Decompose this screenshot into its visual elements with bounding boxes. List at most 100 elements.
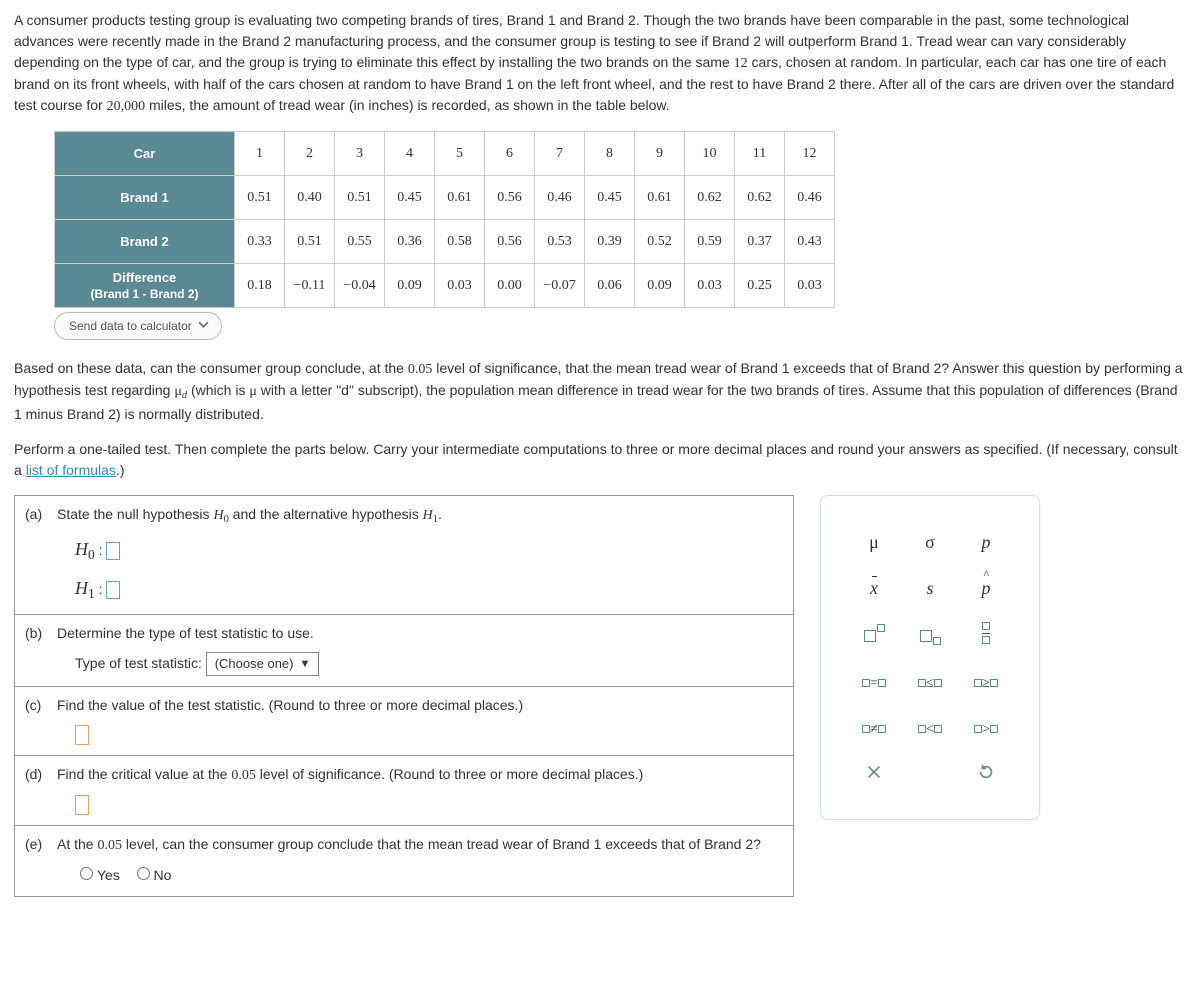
q-text: State the null hypothesis H0 and the alt… [57, 504, 442, 528]
diff-head-line2: (Brand 1 - Brand 2) [90, 287, 198, 301]
alpha-value: 0.05 [408, 362, 433, 377]
q-text: Find the value of the test statistic. (R… [57, 695, 523, 716]
cell: 0.61 [435, 176, 485, 220]
question-a: (a) State the null hypothesis H0 and the… [15, 496, 793, 614]
cell: 0.46 [785, 176, 835, 220]
data-table: Car 1 2 3 4 5 6 7 8 9 10 11 12 Brand 1 0… [54, 131, 835, 308]
col-head: 8 [585, 132, 635, 176]
table-row: Difference (Brand 1 - Brand 2) 0.18−0.11… [55, 264, 835, 308]
intro-text-3: miles, the amount of tread wear (in inch… [145, 97, 670, 113]
cell: −0.04 [335, 264, 385, 308]
undo-icon [977, 763, 995, 781]
question-e: (e) At the 0.05 level, can the consumer … [15, 825, 793, 896]
chevron-down-icon [198, 317, 209, 335]
cell: 0.45 [385, 176, 435, 220]
symbol-neq[interactable]: ≠ [853, 715, 895, 745]
radio-yes[interactable]: Yes [75, 867, 120, 883]
row-header-diff: Difference (Brand 1 - Brand 2) [55, 264, 235, 308]
cell: 0.36 [385, 220, 435, 264]
type-label: Type of test statistic: [75, 655, 202, 671]
q-letter: (b) [25, 623, 49, 644]
cell: 0.61 [635, 176, 685, 220]
table-row: Brand 2 0.330.510.550.360.580.560.530.39… [55, 220, 835, 264]
cell: 0.55 [335, 220, 385, 264]
reset-button[interactable] [965, 761, 1007, 791]
mid-text: (which is [187, 382, 249, 398]
cell: 0.53 [535, 220, 585, 264]
h1-input[interactable] [106, 581, 120, 599]
symbol-xbar[interactable]: x [853, 574, 895, 604]
table-row: Car 1 2 3 4 5 6 7 8 9 10 11 12 [55, 132, 835, 176]
radio-no[interactable]: No [132, 867, 172, 883]
radio-no-input[interactable] [137, 867, 150, 880]
symbol-lt[interactable]: < [909, 715, 951, 745]
symbol-subscript[interactable] [909, 620, 951, 653]
symbol-s[interactable]: s [909, 574, 951, 604]
select-placeholder: (Choose one) [215, 654, 294, 674]
symbol-palette: μ σ p x s p = ≤ ≥ ≠ < > [820, 495, 1040, 820]
cell: 0.62 [735, 176, 785, 220]
col-head: 1 [235, 132, 285, 176]
cell: 0.25 [735, 264, 785, 308]
symbol-gt[interactable]: > [965, 715, 1007, 745]
q-letter: (c) [25, 695, 49, 716]
formulas-link[interactable]: list of formulas [26, 462, 116, 478]
cell: 0.56 [485, 220, 535, 264]
radio-yes-input[interactable] [80, 867, 93, 880]
cell: 0.40 [285, 176, 335, 220]
q-text: At the 0.05 level, can the consumer grou… [57, 834, 761, 856]
mid-text: Perform a one-tailed test. Then complete… [14, 441, 1178, 478]
symbol-geq[interactable]: ≥ [965, 669, 1007, 699]
col-head: 7 [535, 132, 585, 176]
cell: 0.46 [535, 176, 585, 220]
cell: 0.45 [585, 176, 635, 220]
test-stat-input[interactable] [75, 725, 89, 745]
cell: −0.07 [535, 264, 585, 308]
symbol-leq[interactable]: ≤ [909, 669, 951, 699]
symbol-p[interactable]: p [965, 528, 1007, 558]
col-head: 9 [635, 132, 685, 176]
col-head: 2 [285, 132, 335, 176]
col-head: 3 [335, 132, 385, 176]
question-b: (b) Determine the type of test statistic… [15, 614, 793, 686]
problem-intro: A consumer products testing group is eva… [14, 10, 1186, 117]
cell: 0.62 [685, 176, 735, 220]
cell: 0.43 [785, 220, 835, 264]
cell: −0.11 [285, 264, 335, 308]
q-text: Find the critical value at the 0.05 leve… [57, 764, 643, 786]
cell: 0.18 [235, 264, 285, 308]
test-statistic-select[interactable]: (Choose one) ▼ [206, 652, 320, 676]
q-text: Determine the type of test statistic to … [57, 623, 314, 644]
cell: 0.06 [585, 264, 635, 308]
x-icon [865, 763, 883, 781]
send-data-label: Send data to calculator [69, 317, 192, 335]
symbol-sigma[interactable]: σ [909, 528, 951, 558]
cell: 0.03 [785, 264, 835, 308]
col-head: 10 [685, 132, 735, 176]
critical-value-input[interactable] [75, 795, 89, 815]
symbol-mu[interactable]: μ [853, 528, 895, 558]
chevron-down-icon: ▼ [300, 656, 311, 673]
cell: 0.58 [435, 220, 485, 264]
col-head: 6 [485, 132, 535, 176]
col-head: 12 [785, 132, 835, 176]
row-header-car: Car [55, 132, 235, 176]
cell: 0.39 [585, 220, 635, 264]
h0-input[interactable] [106, 542, 120, 560]
cell: 0.51 [235, 176, 285, 220]
q-letter: (e) [25, 834, 49, 856]
symbol-phat[interactable]: p [965, 574, 1007, 604]
symbol-exponent[interactable] [853, 620, 895, 653]
cell: 0.52 [635, 220, 685, 264]
symbol-fraction[interactable] [965, 620, 1007, 653]
cell: 0.09 [635, 264, 685, 308]
clear-button[interactable] [853, 761, 895, 791]
symbol-equals[interactable]: = [853, 669, 895, 699]
diff-head-line1: Difference [113, 270, 177, 285]
send-data-button[interactable]: Send data to calculator [54, 312, 222, 340]
cell: 0.09 [385, 264, 435, 308]
row-header-brand2: Brand 2 [55, 220, 235, 264]
mu-d: μd [174, 384, 187, 399]
col-head: 4 [385, 132, 435, 176]
cell: 0.03 [435, 264, 485, 308]
